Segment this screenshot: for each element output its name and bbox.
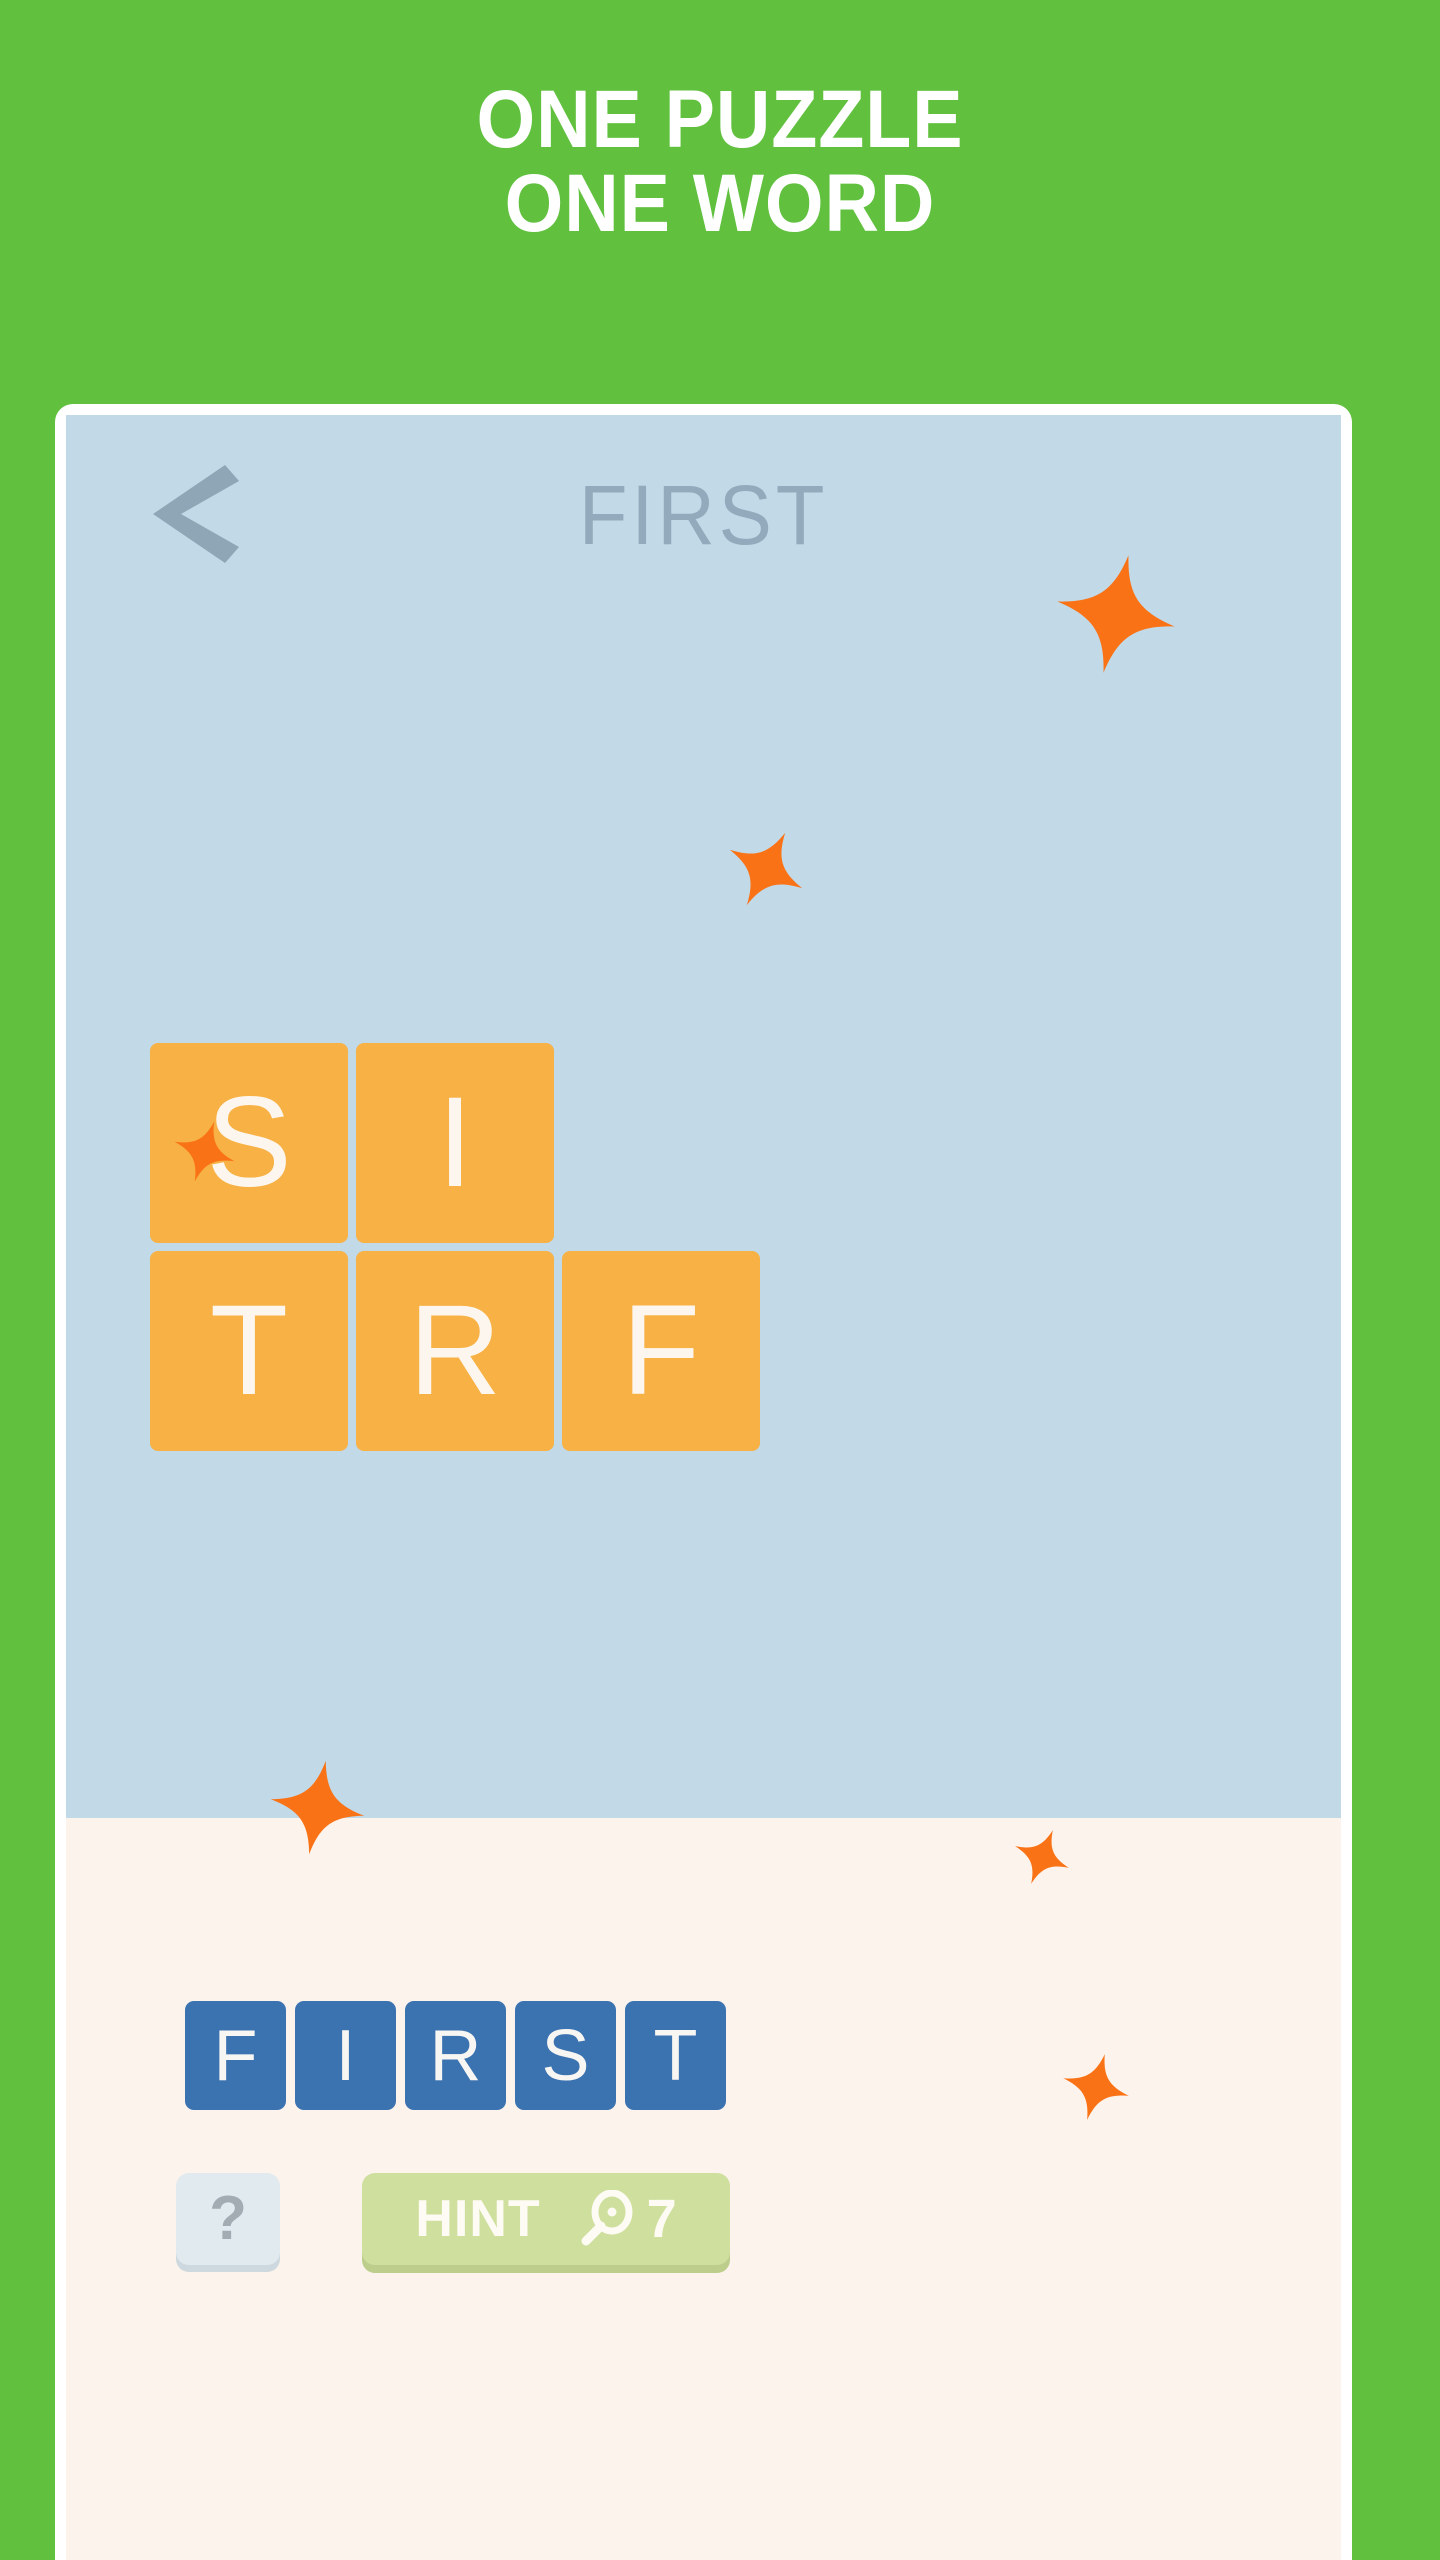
puzzle-grid: S I T R F bbox=[150, 1043, 760, 1459]
answer-tile[interactable]: R bbox=[405, 2001, 506, 2110]
promo-line-1: ONE PUZZLE bbox=[476, 74, 964, 165]
answer-area: F I R S T ? HINT 7 bbox=[66, 1818, 1341, 2560]
hint-count-value: 7 bbox=[646, 2189, 677, 2249]
game-area: FIRST S I T R F bbox=[66, 415, 1341, 1818]
puzzle-tile[interactable]: T bbox=[150, 1251, 348, 1451]
puzzle-tile-empty bbox=[562, 1043, 760, 1243]
answer-tile[interactable]: I bbox=[295, 2001, 396, 2110]
question-mark-icon: ? bbox=[209, 2184, 247, 2253]
puzzle-grid-row: S I bbox=[150, 1043, 760, 1243]
puzzle-tile[interactable]: S bbox=[150, 1043, 348, 1243]
phone-screenshot-card: FIRST S I T R F F I R S T ? HINT 7 bbox=[55, 404, 1352, 2560]
answer-tile[interactable]: F bbox=[185, 2001, 286, 2110]
magnifier-icon bbox=[581, 2190, 633, 2246]
hint-button-label: HINT bbox=[415, 2190, 541, 2248]
hint-cost: 7 bbox=[579, 2190, 677, 2248]
level-title: FIRST bbox=[578, 468, 829, 562]
puzzle-tile[interactable]: R bbox=[356, 1251, 554, 1451]
promo-header: ONE PUZZLE ONE WORD bbox=[0, 78, 1440, 246]
app-screen: ONE PUZZLE ONE WORD FIRST S I T R F F I … bbox=[0, 0, 1440, 2560]
answer-tile[interactable]: S bbox=[515, 2001, 616, 2110]
promo-line-2: ONE WORD bbox=[504, 158, 936, 249]
hint-button[interactable]: HINT 7 bbox=[362, 2173, 730, 2265]
puzzle-grid-row: T R F bbox=[150, 1251, 760, 1451]
controls-row: ? HINT 7 bbox=[176, 2173, 730, 2265]
answer-row: F I R S T bbox=[185, 2001, 726, 2110]
puzzle-tile[interactable]: F bbox=[562, 1251, 760, 1451]
answer-tile[interactable]: T bbox=[625, 2001, 726, 2110]
card-inner: FIRST S I T R F F I R S T ? HINT 7 bbox=[66, 415, 1341, 2560]
puzzle-tile[interactable]: I bbox=[356, 1043, 554, 1243]
help-button[interactable]: ? bbox=[176, 2173, 280, 2265]
